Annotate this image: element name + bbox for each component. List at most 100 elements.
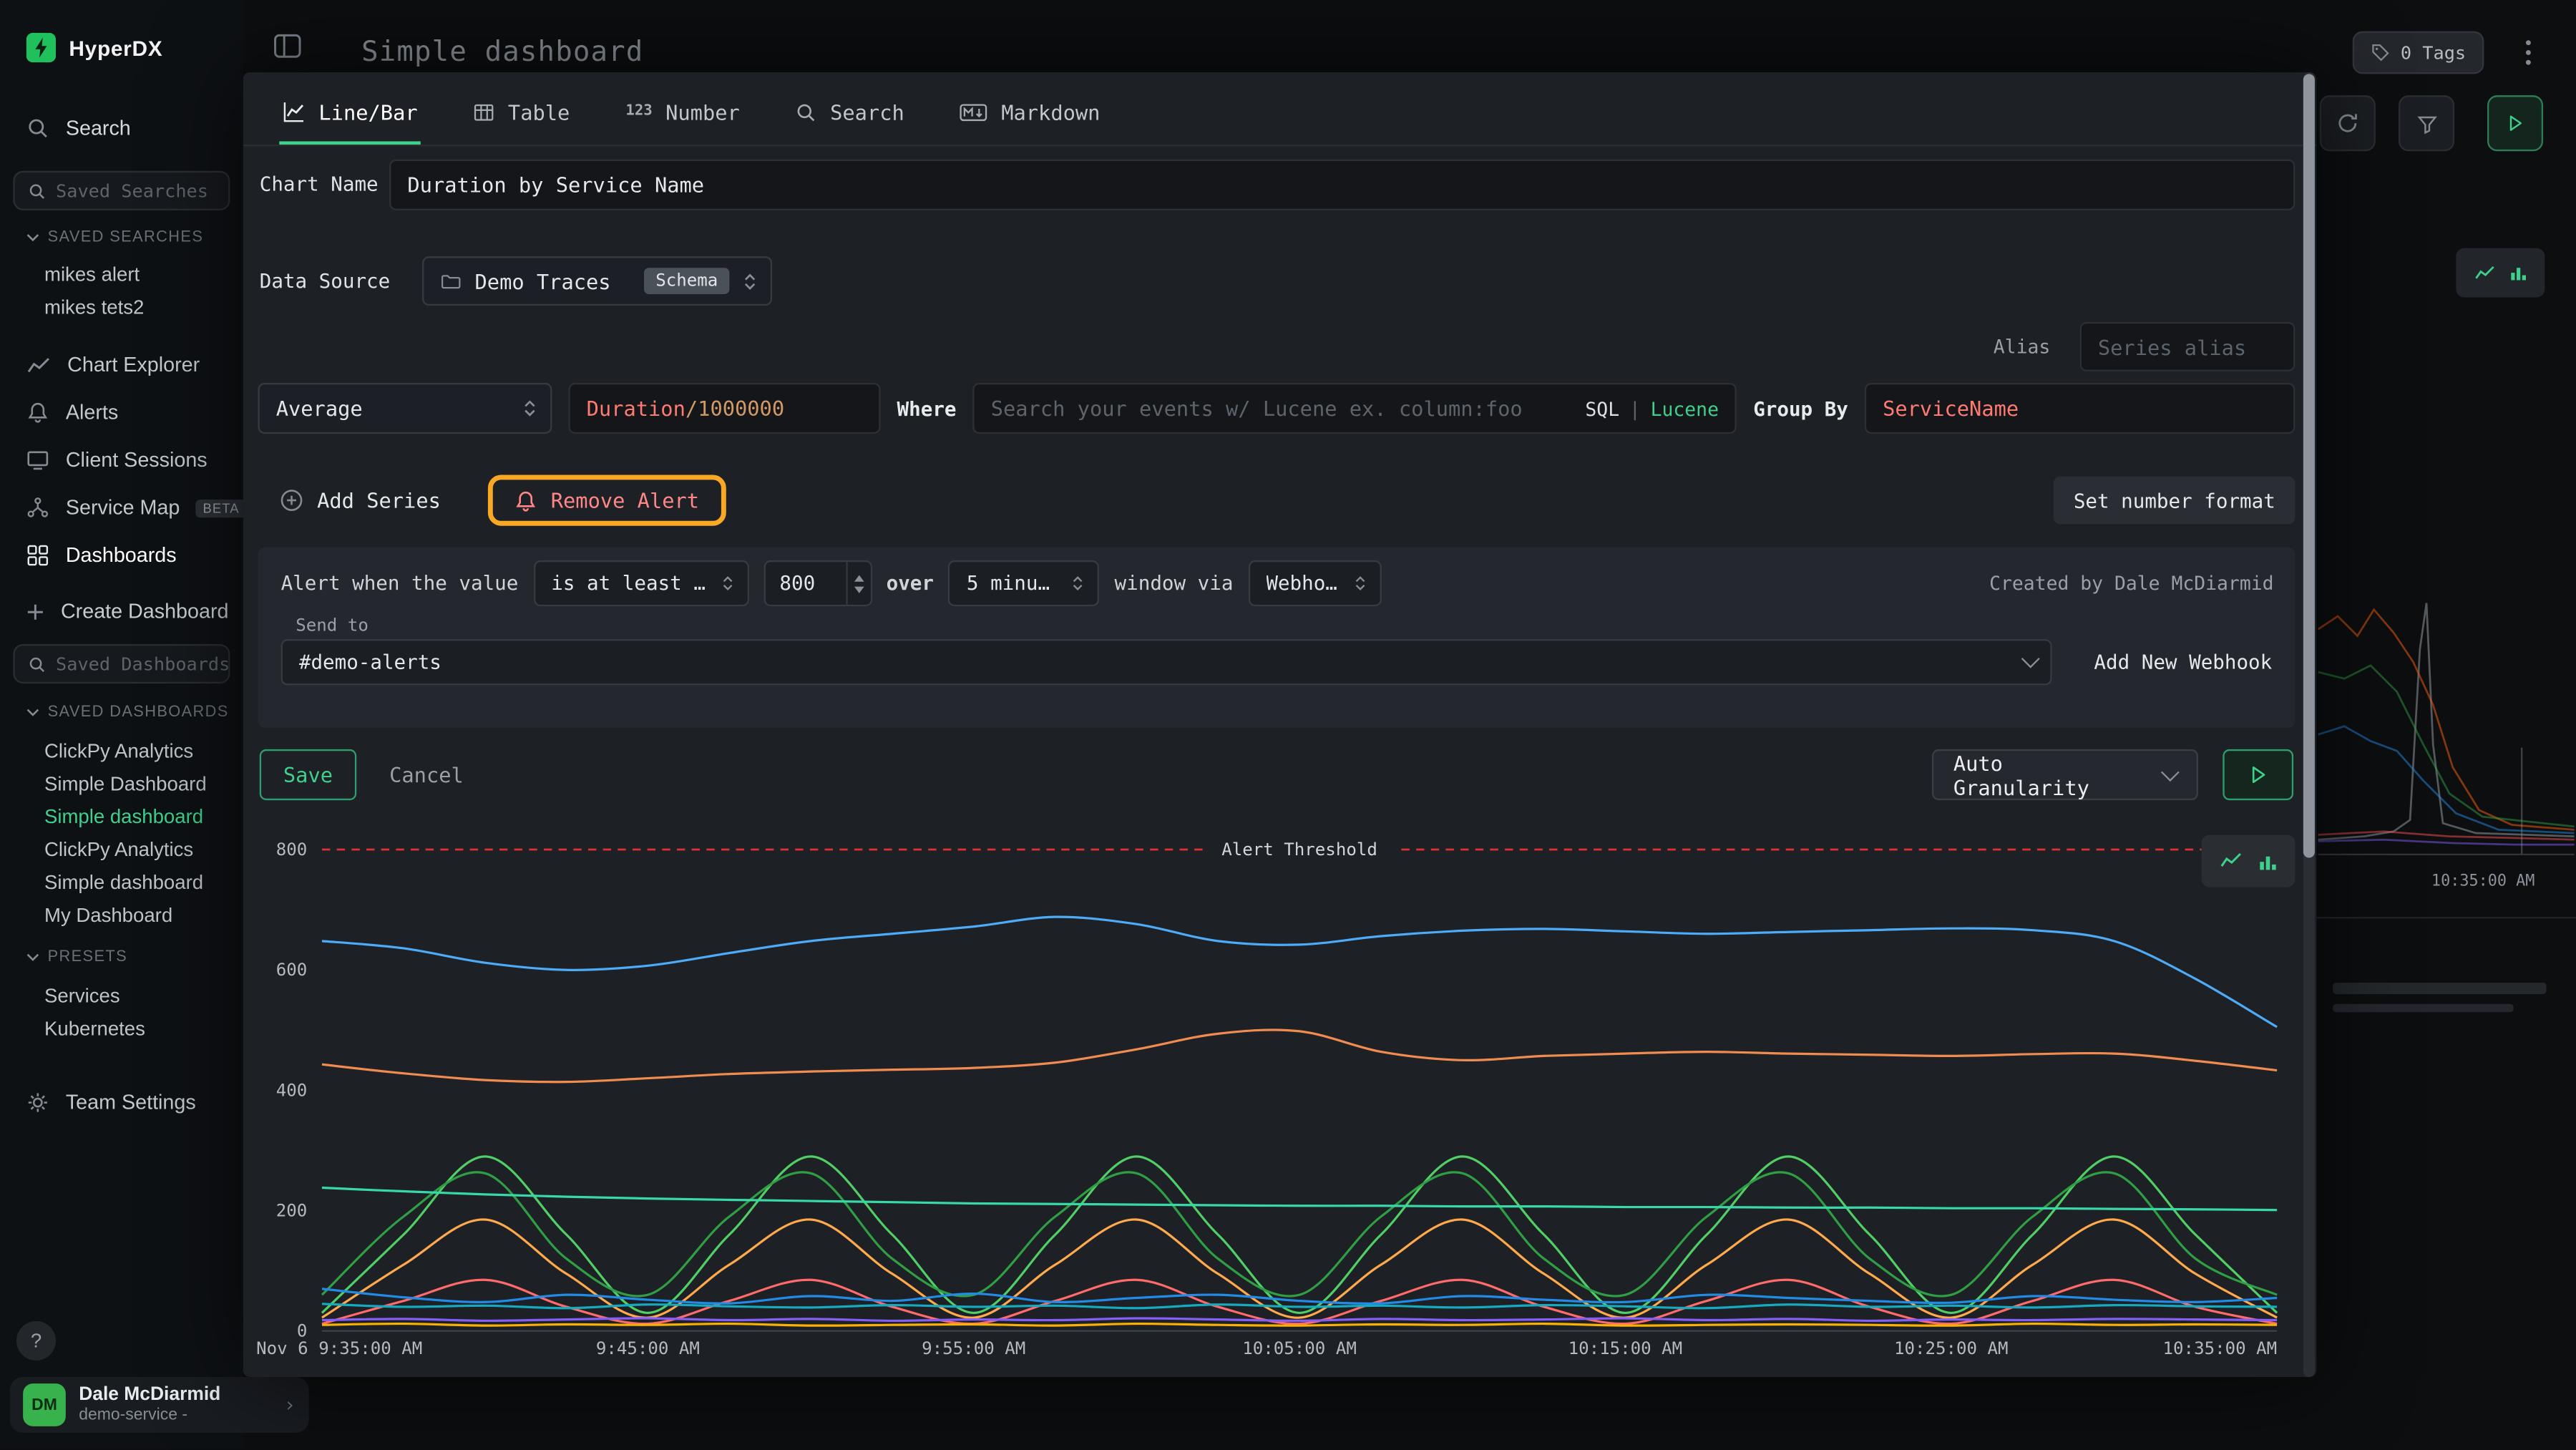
granularity-value: Auto Granularity: [1953, 750, 2147, 799]
alert-condition-select[interactable]: is at least (≥): [533, 560, 748, 606]
updown-chevron-icon: [743, 271, 758, 292]
field-input[interactable]: Duration/1000000: [568, 383, 880, 434]
chart-type-toggle[interactable]: [2202, 835, 2296, 887]
where-search-input[interactable]: Search your events w/ Lucene ex. column:…: [972, 383, 1737, 434]
x-tick-label: Nov 6 9:35:00 AM: [256, 1338, 422, 1358]
search-icon: [28, 182, 46, 200]
alert-channel-select[interactable]: Webhook: [1248, 560, 1381, 606]
set-number-format-label: Set number format: [2074, 489, 2275, 512]
saved-dashboard-item[interactable]: ClickPy Analytics: [0, 833, 243, 866]
group-by-input[interactable]: ServiceName: [1865, 383, 2296, 434]
filter-button[interactable]: [2399, 95, 2454, 151]
lucene-option[interactable]: Lucene: [1651, 396, 1719, 419]
service-map-icon: [26, 496, 49, 519]
annotation-highlight-box: Remove Alert: [488, 475, 725, 526]
help-button[interactable]: ?: [16, 1321, 56, 1361]
add-new-webhook-button[interactable]: Add New Webhook: [2094, 651, 2272, 673]
alert-window-select[interactable]: 5 minute: [949, 560, 1100, 606]
duration-by-service-chart[interactable]: 0200400600800Nov 6 9:35:00 AM9:45:00 AM9…: [256, 822, 2297, 1364]
save-button[interactable]: Save: [260, 749, 356, 800]
toggle-divider: |: [1629, 396, 1641, 419]
x-tick-label: 9:45:00 AM: [596, 1338, 700, 1358]
sql-option[interactable]: SQL: [1585, 396, 1619, 419]
saved-dashboard-item[interactable]: Simple dashboard: [0, 800, 243, 833]
logo[interactable]: HyperDX: [26, 31, 163, 64]
data-source-select[interactable]: Demo Traces Schema: [422, 256, 772, 306]
chart-line-icon: [2219, 850, 2242, 872]
saved-searches-input[interactable]: Saved Searches: [13, 171, 230, 210]
modal-scrollbar[interactable]: [2303, 74, 2315, 857]
saved-dashboard-item[interactable]: Simple Dashboard: [0, 767, 243, 800]
chart-series-orange: [322, 1030, 2277, 1082]
preset-item[interactable]: Kubernetes: [0, 1012, 243, 1045]
dashboard-background-panel: 10:35:00 AM: [2316, 72, 2576, 1449]
saved-dashboards-input[interactable]: Saved Dashboards: [13, 644, 230, 683]
webhook-channel-select[interactable]: #demo-alerts: [281, 639, 2051, 685]
chart-name-row: Chart Name Duration by Service Name: [243, 160, 2316, 210]
data-source-row: Data Source Demo Traces Schema: [243, 256, 2316, 306]
saved-dashboard-item[interactable]: My Dashboard: [0, 899, 243, 932]
search-icon: [26, 117, 49, 140]
tab-line-bar[interactable]: Line/Bar: [279, 85, 421, 145]
tab-table[interactable]: Table: [470, 85, 573, 145]
stepper-up-icon[interactable]: [854, 574, 864, 580]
collapse-sidebar-icon[interactable]: [273, 31, 302, 61]
tag-icon: [2371, 43, 2391, 63]
set-number-format-button[interactable]: Set number format: [2054, 477, 2295, 525]
data-source-value: Demo Traces: [475, 268, 631, 293]
saved-search-item[interactable]: mikes tets2: [0, 291, 243, 323]
aggregation-select[interactable]: Average: [258, 383, 552, 434]
query-language-toggle[interactable]: SQL | Lucene: [1585, 396, 1719, 419]
send-to-label: Send to: [296, 616, 369, 636]
bg-chart-type-toggle[interactable]: [2456, 248, 2545, 298]
tags-button[interactable]: 0 Tags: [2353, 31, 2484, 74]
user-menu[interactable]: DM Dale McDiarmid demo-service - ›: [10, 1377, 309, 1433]
stepper-down-icon[interactable]: [854, 585, 864, 592]
tab-label: Number: [665, 99, 740, 124]
saved-dashboards-header[interactable]: SAVED DASHBOARDS: [26, 704, 229, 721]
chart-type-tabs: Line/Bar Table 123 Number Search: [243, 72, 2316, 146]
add-series-button[interactable]: Add Series: [279, 488, 441, 512]
sidebar-item-search[interactable]: Search: [26, 112, 131, 145]
presets-header[interactable]: PRESETS: [26, 948, 127, 966]
saved-dashboard-item[interactable]: Simple dashboard: [0, 866, 243, 899]
saved-search-item[interactable]: mikes alert: [0, 258, 243, 291]
remove-alert-button[interactable]: Remove Alert: [514, 488, 699, 512]
funnel-icon: [2416, 112, 2437, 134]
sidebar-item-team-settings[interactable]: Team Settings: [26, 1086, 196, 1119]
number-stepper[interactable]: [845, 562, 869, 605]
granularity-select[interactable]: Auto Granularity: [1932, 749, 2198, 800]
y-tick-label: 200: [276, 1201, 308, 1221]
alias-placeholder: Series alias: [2098, 334, 2246, 359]
sidebar-item-client-sessions[interactable]: Client Sessions: [26, 444, 208, 477]
refresh-button[interactable]: [2320, 95, 2376, 151]
sidebar-item-dashboards[interactable]: Dashboards: [26, 539, 177, 572]
sidebar-item-service-map[interactable]: Service Map BETA: [26, 491, 246, 524]
bg-divider: [2316, 917, 2576, 918]
chart-name-input[interactable]: Duration by Service Name: [389, 160, 2295, 210]
number-123-icon: 123: [625, 104, 652, 120]
saved-dashboards-list: ClickPy AnalyticsSimple DashboardSimple …: [0, 734, 243, 932]
run-chart-button[interactable]: [2223, 749, 2293, 800]
cancel-button[interactable]: Cancel: [389, 762, 464, 787]
alert-threshold-label: Alert Threshold: [1221, 840, 1377, 860]
sidebar-item-chart-explorer[interactable]: Chart Explorer: [26, 349, 200, 381]
x-tick-label: 10:05:00 AM: [1242, 1338, 1357, 1358]
saved-searches-header[interactable]: SAVED SEARCHES: [26, 228, 204, 246]
preset-item[interactable]: Services: [0, 979, 243, 1012]
create-dashboard-button[interactable]: Create Dashboard: [26, 595, 229, 628]
tab-markdown[interactable]: Markdown: [957, 85, 1103, 145]
sidebar-item-alerts[interactable]: Alerts: [26, 396, 118, 429]
schema-badge[interactable]: Schema: [644, 268, 729, 294]
updown-chevron-icon: [721, 573, 733, 593]
tab-label: Search: [830, 99, 904, 124]
alias-input[interactable]: Series alias: [2080, 322, 2296, 371]
kebab-menu-button[interactable]: [2507, 31, 2550, 74]
run-query-button[interactable]: [2487, 95, 2543, 151]
alert-threshold-input[interactable]: 800: [763, 560, 872, 606]
chart-series-green-wave: [322, 1157, 2277, 1313]
tab-number[interactable]: 123 Number: [623, 85, 743, 145]
saved-dashboard-item[interactable]: ClickPy Analytics: [0, 734, 243, 767]
tab-search[interactable]: Search: [792, 85, 907, 145]
group-by-value: ServiceName: [1883, 396, 2019, 420]
